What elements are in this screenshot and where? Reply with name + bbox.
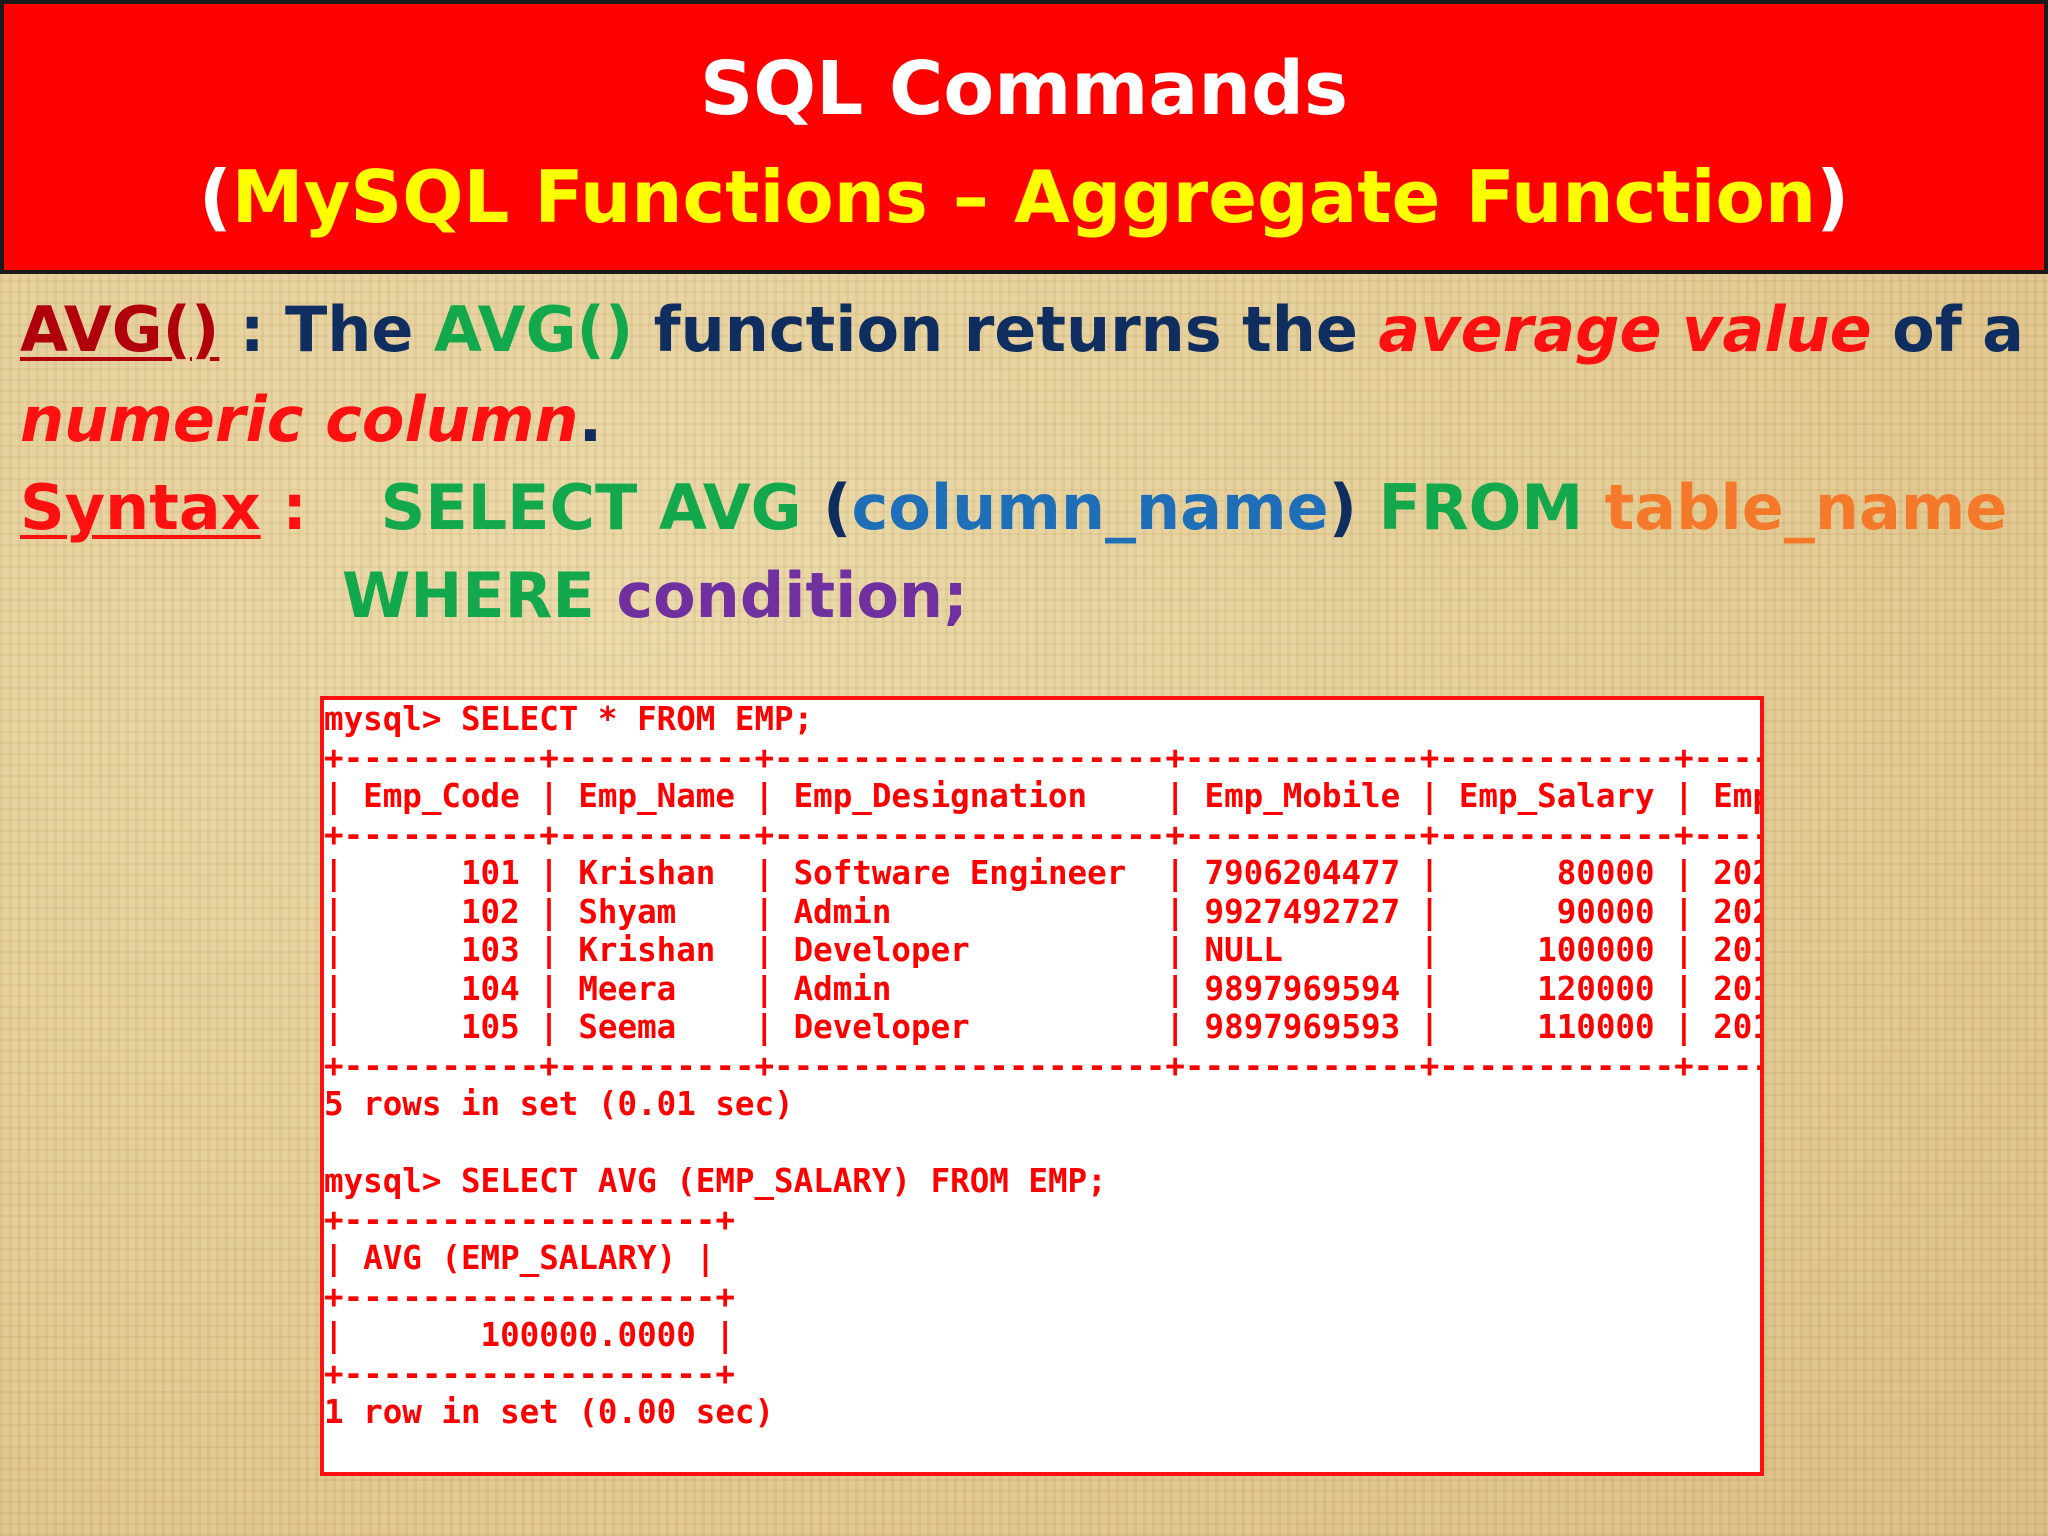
subtitle-paren-open: ( (198, 155, 232, 239)
subtitle-main: MySQL Functions – Aggregate Function (231, 155, 1817, 239)
mysql-console-screenshot: mysql> SELECT * FROM EMP; +----------+--… (320, 696, 1764, 1476)
syntax-column-name: column_name (851, 471, 1329, 544)
syntax-paren-close: ) (1328, 471, 1357, 544)
definition-colon: : (239, 293, 265, 366)
syntax-condition: condition; (616, 559, 968, 632)
syntax-line: Syntax : SELECT AVG (column_name) FROM t… (20, 468, 2007, 548)
syntax-from: FROM (1378, 471, 1584, 544)
title-banner: SQL Commands (MySQL Functions – Aggregat… (0, 0, 2048, 274)
definition-word-a: a (1982, 293, 2024, 366)
subtitle-paren-close: ) (1816, 155, 1850, 239)
syntax-where: WHERE (342, 559, 595, 632)
syntax-select-avg: SELECT AVG (380, 471, 802, 544)
definition-term: AVG() (20, 293, 220, 366)
slide-title: SQL Commands (699, 46, 1349, 132)
syntax-table-name: table_name (1604, 471, 2008, 544)
slide-subtitle: (MySQL Functions – Aggregate Function) (4, 152, 2044, 242)
syntax-colon: : (282, 471, 308, 544)
syntax-line-2: WHERE condition; (342, 556, 968, 636)
definition-word-function: function (653, 293, 944, 366)
definition-func: AVG() (433, 293, 634, 366)
definition-line: AVG() : The AVG() function returns the a… (20, 290, 2024, 370)
syntax-label: Syntax (20, 471, 261, 544)
definition-word-the: The (284, 293, 414, 366)
definition-word-average: average (1378, 293, 1662, 366)
definition-line-2: numeric column. (20, 380, 602, 460)
definition-word-returns: returns (963, 293, 1222, 366)
syntax-paren-open: ( (823, 471, 852, 544)
definition-period: . (578, 383, 603, 456)
console-output: mysql> SELECT * FROM EMP; +----------+--… (324, 700, 1760, 1431)
definition-word-of: of (1892, 293, 1962, 366)
definition-numeric-column: numeric column (20, 383, 579, 456)
definition-word-the2: the (1242, 293, 1358, 366)
definition-word-value: value (1681, 293, 1872, 366)
